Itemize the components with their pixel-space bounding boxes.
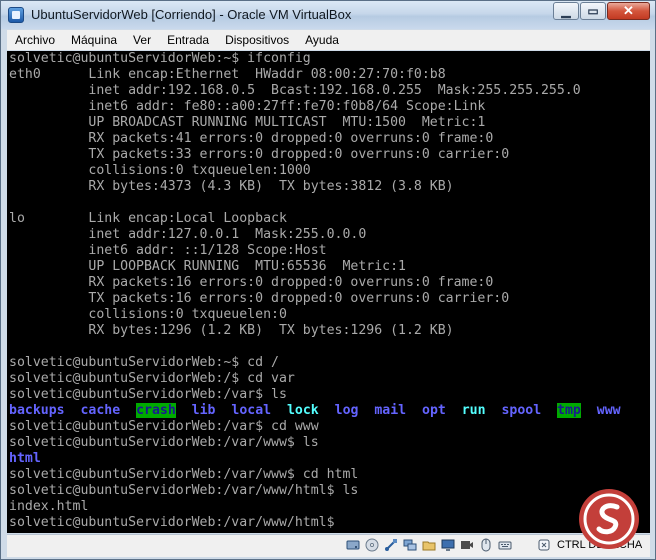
menu-archivo[interactable]: Archivo bbox=[7, 30, 63, 50]
virtualbox-app-icon bbox=[8, 7, 24, 23]
terminal-line: UP BROADCAST RUNNING MULTICAST MTU:1500 … bbox=[9, 115, 486, 130]
close-icon: ✕ bbox=[623, 3, 634, 18]
directory-tmp: tmp bbox=[557, 403, 581, 418]
terminal-line: solvetic@ubuntuServidorWeb:/var/www/html… bbox=[9, 483, 359, 498]
directory-opt: opt bbox=[422, 403, 446, 418]
directory-backups: backups bbox=[9, 403, 65, 418]
directory-lock: lock bbox=[286, 403, 319, 418]
menu-dispositivos[interactable]: Dispositivos bbox=[217, 30, 297, 50]
terminal-line: RX packets:16 errors:0 dropped:0 overrun… bbox=[9, 275, 494, 290]
directory-lib: lib bbox=[191, 403, 216, 418]
minimize-icon: ▁ bbox=[561, 4, 571, 18]
terminal-line: solvetic@ubuntuServidorWeb:~$ ifconfig bbox=[9, 51, 311, 66]
terminal-prompt: solvetic@ubuntuServidorWeb:/var/www/html… bbox=[9, 515, 343, 530]
directory-html: html bbox=[9, 451, 41, 466]
shared-folders-icon[interactable] bbox=[422, 538, 436, 552]
terminal-line: solvetic@ubuntuServidorWeb:/var/www$ cd … bbox=[9, 467, 359, 482]
directory-log: log bbox=[334, 403, 359, 418]
menu-maquina[interactable]: Máquina bbox=[63, 30, 125, 50]
terminal-line: UP LOOPBACK RUNNING MTU:65536 Metric:1 bbox=[9, 259, 406, 274]
title-bar[interactable]: UbuntuServidorWeb [Corriendo] - Oracle V… bbox=[1, 1, 655, 29]
terminal-line: inet addr:127.0.0.1 Mask:255.0.0.0 bbox=[9, 227, 367, 242]
terminal-line: RX bytes:4373 (4.3 KB) TX bytes:3812 (3.… bbox=[9, 179, 454, 194]
file-index-html: index.html bbox=[9, 499, 89, 514]
menu-ayuda[interactable]: Ayuda bbox=[297, 30, 347, 50]
mouse-integration-icon[interactable] bbox=[479, 538, 493, 552]
terminal-line: lo Link encap:Local Loopback bbox=[9, 211, 287, 226]
directory-mail: mail bbox=[374, 403, 407, 418]
close-button[interactable]: ✕ bbox=[607, 2, 650, 20]
usb-icon[interactable] bbox=[384, 538, 398, 552]
directory-local: local bbox=[231, 403, 272, 418]
directory-run: run bbox=[461, 403, 486, 418]
terminal-line: solvetic@ubuntuServidorWeb:~$ cd / bbox=[9, 355, 279, 370]
directory-crash: crash bbox=[136, 403, 176, 418]
vm-console-screen[interactable]: solvetic@ubuntuServidorWeb:~$ ifconfig e… bbox=[7, 51, 650, 533]
terminal-line: solvetic@ubuntuServidorWeb:/$ cd var bbox=[9, 371, 295, 386]
terminal-line: solvetic@ubuntuServidorWeb:/var/www$ ls bbox=[9, 435, 319, 450]
terminal-line: TX packets:16 errors:0 dropped:0 overrun… bbox=[9, 291, 510, 306]
terminal-line: collisions:0 txqueuelen:0 bbox=[9, 307, 287, 322]
terminal-line: collisions:0 txqueuelen:1000 bbox=[9, 163, 311, 178]
display-icon[interactable] bbox=[441, 538, 455, 552]
host-key-icon bbox=[538, 539, 550, 551]
menu-ver[interactable]: Ver bbox=[125, 30, 159, 50]
terminal-line: TX packets:33 errors:0 dropped:0 overrun… bbox=[9, 147, 510, 162]
menu-entrada[interactable]: Entrada bbox=[159, 30, 217, 50]
terminal-line: RX bytes:1296 (1.2 KB) TX bytes:1296 (1.… bbox=[9, 323, 454, 338]
watermark-logo bbox=[579, 489, 639, 549]
directory-cache: cache bbox=[80, 403, 121, 418]
terminal-line: RX packets:41 errors:0 dropped:0 overrun… bbox=[9, 131, 494, 146]
virtualbox-window: UbuntuServidorWeb [Corriendo] - Oracle V… bbox=[0, 0, 656, 560]
network-icon[interactable] bbox=[403, 538, 417, 552]
window-controls: ▁ ▭ ✕ bbox=[552, 2, 650, 22]
terminal-line: inet6 addr: fe80::a00:27ff:fe70:f0b8/64 … bbox=[9, 99, 486, 114]
terminal-line: solvetic@ubuntuServidorWeb:/var$ cd www bbox=[9, 419, 319, 434]
minimize-button[interactable]: ▁ bbox=[553, 2, 579, 20]
hard-disk-icon[interactable] bbox=[346, 538, 360, 552]
directory-spool: spool bbox=[501, 403, 542, 418]
terminal-line: eth0 Link encap:Ethernet HWaddr 08:00:27… bbox=[9, 67, 446, 82]
terminal-line: inet6 addr: ::1/128 Scope:Host bbox=[9, 243, 327, 258]
maximize-icon: ▭ bbox=[587, 4, 599, 18]
window-title: UbuntuServidorWeb [Corriendo] - Oracle V… bbox=[31, 7, 352, 22]
directory-www: www bbox=[596, 403, 621, 418]
recording-icon[interactable] bbox=[460, 538, 474, 552]
ls-var-output: backups cache crash lib local lock log m… bbox=[9, 403, 621, 419]
keyboard-icon[interactable] bbox=[498, 538, 512, 552]
optical-drive-icon[interactable] bbox=[365, 538, 379, 552]
terminal-line: inet addr:192.168.0.5 Bcast:192.168.0.25… bbox=[9, 83, 581, 98]
maximize-button[interactable]: ▭ bbox=[580, 2, 606, 20]
status-bar: CTRL DERECHA bbox=[7, 534, 650, 557]
menu-bar: Archivo Máquina Ver Entrada Dispositivos… bbox=[7, 30, 650, 50]
terminal-line: solvetic@ubuntuServidorWeb:/var$ ls bbox=[9, 387, 287, 402]
